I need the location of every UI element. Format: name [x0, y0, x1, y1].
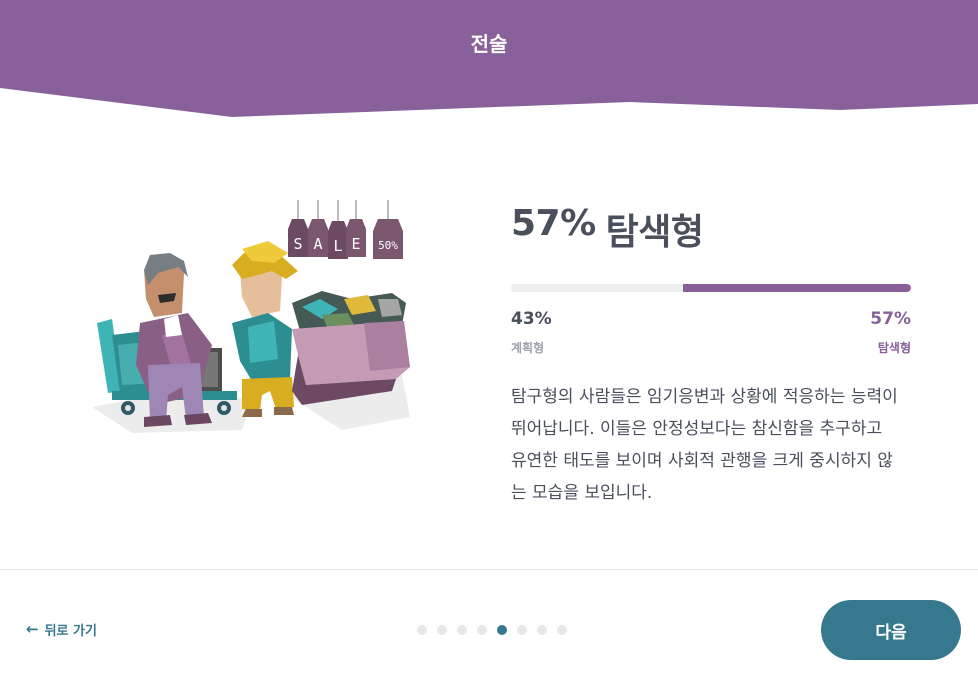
arrow-left-icon: ←	[26, 620, 39, 638]
sale-letter: S	[293, 235, 302, 253]
header-wave-shape	[0, 0, 978, 117]
sale-shopping-illustration: S A L E 50%	[92, 195, 422, 445]
sale-letter: L	[333, 237, 342, 255]
sale-bin-box	[292, 291, 410, 405]
header-banner: 전술	[0, 0, 978, 120]
page-title: 전술	[470, 32, 508, 56]
sale-letter: E	[351, 235, 360, 253]
pagination-dot	[477, 625, 487, 635]
left-trait-label: 계획형	[511, 341, 545, 355]
pagination-dot	[437, 625, 447, 635]
pagination-dot	[537, 625, 547, 635]
pagination-dot	[457, 625, 467, 635]
right-trait-label: 탐색형	[877, 341, 911, 355]
next-button[interactable]: 다음	[821, 600, 961, 660]
sale-discount: 50%	[378, 239, 398, 252]
trait-progress-fill	[683, 284, 911, 292]
sale-letter: A	[313, 235, 322, 253]
footer-divider	[0, 569, 978, 570]
back-button-label: 뒤로 가기	[44, 624, 97, 639]
back-button[interactable]: ← 뒤로 가기	[26, 620, 97, 640]
pagination-dot-active	[497, 625, 507, 635]
result-headline-percent: 57%	[511, 203, 596, 244]
trait-progress-bar	[511, 284, 911, 292]
trait-label-row: 계획형 탐색형	[511, 339, 911, 356]
page: 전술 S A L E 50% 57% 탐색형 43% 57% 계획형 탐색형 탐…	[0, 0, 978, 677]
result-headline-type: 탐색형	[605, 212, 704, 253]
pagination-dot	[557, 625, 567, 635]
result-panel: 57% 탐색형 43% 57% 계획형 탐색형 탐구형의 사람들은 임기응변과 …	[511, 203, 911, 509]
result-heading: 57% 탐색형	[511, 203, 911, 255]
pagination-dot	[417, 625, 427, 635]
right-trait-percent: 57%	[870, 309, 911, 329]
trait-description: 탐구형의 사람들은 임기응변과 상황에 적응하는 능력이 뛰어납니다. 이들은 …	[511, 387, 898, 503]
trait-percent-row: 43% 57%	[511, 309, 911, 329]
sale-tags: S A L E 50%	[288, 200, 403, 259]
younger-shopper-figure	[232, 241, 298, 417]
pagination-dots	[417, 625, 567, 635]
pagination-dot	[517, 625, 527, 635]
left-trait-percent: 43%	[511, 309, 552, 329]
